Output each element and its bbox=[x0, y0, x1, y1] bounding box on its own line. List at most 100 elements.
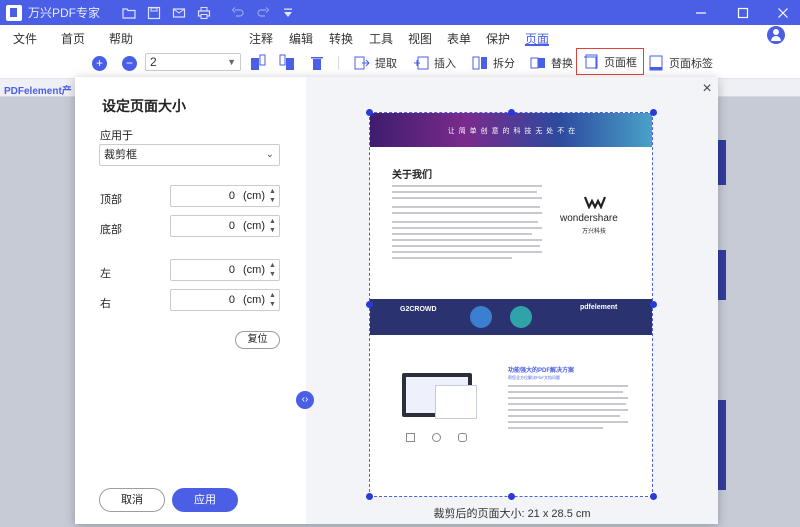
split-label: 拆分 bbox=[493, 58, 515, 70]
cancel-button[interactable]: 取消 bbox=[99, 488, 165, 512]
split-button[interactable]: 拆分 bbox=[472, 53, 515, 73]
rotate-right-icon[interactable] bbox=[279, 54, 295, 72]
menu-annotate[interactable]: 注释 bbox=[249, 30, 273, 47]
dialog-title: 设定页面大小 bbox=[102, 98, 186, 114]
left-margin-stepper[interactable]: 0 (cm) ▲ ▼ bbox=[170, 259, 280, 281]
apply-to-value: 裁剪框 bbox=[104, 149, 137, 161]
split-icon bbox=[472, 56, 487, 70]
page-box-label: 页面框 bbox=[604, 56, 637, 69]
menu-protect[interactable]: 保护 bbox=[486, 30, 510, 47]
crop-handle[interactable] bbox=[508, 493, 515, 500]
reset-button[interactable]: 复位 bbox=[235, 331, 280, 349]
page-number-input[interactable]: 2 ▼ bbox=[145, 53, 241, 71]
cropped-page-size: 裁剪后的页面大小: 21 x 28.5 cm bbox=[433, 508, 591, 520]
menu-edit[interactable]: 编辑 bbox=[289, 30, 313, 47]
menu-convert[interactable]: 转换 bbox=[329, 30, 353, 47]
apply-to-select[interactable]: 裁剪框 ⌄ bbox=[99, 144, 280, 166]
menu-view[interactable]: 视图 bbox=[408, 30, 432, 47]
replace-icon bbox=[530, 57, 545, 69]
crop-handle[interactable] bbox=[366, 301, 373, 308]
active-menu-indicator bbox=[525, 44, 549, 46]
page-box-button[interactable]: 页面框 bbox=[576, 48, 644, 75]
text-line bbox=[392, 245, 540, 247]
text-line bbox=[392, 239, 542, 241]
stepper-arrows-icon[interactable]: ▲ ▼ bbox=[268, 217, 277, 235]
insert-button[interactable]: 插入 bbox=[413, 53, 456, 73]
set-page-size-dialog: 设定页面大小 应用于 裁剪框 ⌄ 顶部 0 (cm) ▲ ▼ 底部 0 (cm) … bbox=[75, 77, 718, 524]
bottom-label: 底部 bbox=[100, 224, 122, 236]
right-label: 右 bbox=[100, 298, 111, 310]
minimize-button[interactable] bbox=[686, 0, 716, 25]
background-page-edge bbox=[718, 140, 726, 185]
g2crowd-logo: G2CROWD bbox=[400, 306, 437, 313]
right-margin-value: 0 bbox=[228, 294, 235, 306]
android-icon bbox=[458, 433, 467, 442]
unit-label: (cm) bbox=[243, 264, 265, 276]
undo-icon[interactable] bbox=[231, 6, 245, 20]
insert-label: 插入 bbox=[434, 58, 456, 70]
collapse-panel-icon[interactable]: ‹› bbox=[296, 391, 314, 409]
rotate-left-icon[interactable] bbox=[250, 54, 266, 72]
bottom-margin-value: 0 bbox=[228, 220, 235, 232]
page-label-button[interactable]: 页面标签 bbox=[648, 53, 713, 73]
stepper-arrows-icon[interactable]: ▲ ▼ bbox=[268, 291, 277, 309]
menu-home[interactable]: 首页 bbox=[61, 30, 85, 47]
menu-help[interactable]: 帮助 bbox=[109, 30, 133, 47]
text-line bbox=[508, 421, 628, 423]
unit-label: (cm) bbox=[243, 190, 265, 202]
close-window-button[interactable] bbox=[768, 0, 798, 25]
replace-label: 替换 bbox=[551, 58, 573, 70]
text-line bbox=[392, 257, 512, 259]
text-line bbox=[392, 206, 540, 208]
document-window-mockup bbox=[435, 385, 477, 419]
crop-handle[interactable] bbox=[366, 109, 373, 116]
text-line bbox=[508, 427, 603, 429]
document-tab[interactable]: PDFelement产 bbox=[4, 82, 72, 97]
page-preview: 让 简 单 创 意 的 科 技 无 处 不 在 关于我们 wondershare… bbox=[369, 112, 653, 497]
feature-title: 功能强大的PDF解决方案 bbox=[508, 368, 575, 374]
page-number-value: 2 bbox=[150, 55, 157, 69]
text-line bbox=[508, 391, 623, 393]
user-avatar-icon[interactable] bbox=[767, 26, 785, 44]
maximize-button[interactable] bbox=[728, 0, 758, 25]
customize-quick-access-icon[interactable] bbox=[281, 6, 295, 20]
extract-button[interactable]: 提取 bbox=[354, 53, 397, 73]
stepper-arrows-icon[interactable]: ▲ ▼ bbox=[268, 187, 277, 205]
left-label: 左 bbox=[100, 268, 111, 280]
crop-handle[interactable] bbox=[650, 109, 657, 116]
save-icon[interactable] bbox=[147, 6, 161, 20]
crop-handle[interactable] bbox=[650, 493, 657, 500]
crop-handle[interactable] bbox=[366, 493, 373, 500]
stepper-arrows-icon[interactable]: ▲ ▼ bbox=[268, 261, 277, 279]
delete-page-icon[interactable] bbox=[309, 54, 325, 72]
background-page-edge bbox=[718, 250, 726, 300]
title-bar: 万兴PDF专家 bbox=[0, 0, 800, 25]
redo-icon[interactable] bbox=[256, 6, 270, 20]
chevron-down-icon: ⌄ bbox=[265, 149, 274, 160]
page-label-icon bbox=[649, 55, 663, 71]
text-line bbox=[508, 403, 626, 405]
menu-tools[interactable]: 工具 bbox=[369, 30, 393, 47]
mail-icon[interactable] bbox=[172, 6, 186, 20]
page-label-label: 页面标签 bbox=[669, 58, 713, 70]
close-icon[interactable]: × bbox=[700, 81, 714, 97]
crop-handle[interactable] bbox=[650, 301, 657, 308]
left-margin-value: 0 bbox=[228, 264, 235, 276]
replace-button[interactable]: 替换 bbox=[530, 53, 573, 73]
top-margin-stepper[interactable]: 0 (cm) ▲ ▼ bbox=[170, 185, 280, 207]
settings-panel: 设定页面大小 应用于 裁剪框 ⌄ 顶部 0 (cm) ▲ ▼ 底部 0 (cm) … bbox=[75, 77, 306, 524]
bottom-margin-stepper[interactable]: 0 (cm) ▲ ▼ bbox=[170, 215, 280, 237]
menu-file[interactable]: 文件 bbox=[13, 30, 37, 47]
print-icon[interactable] bbox=[197, 6, 211, 20]
open-folder-icon[interactable] bbox=[122, 6, 136, 20]
award-badge-icon bbox=[510, 306, 532, 328]
brand-name: wondershare bbox=[560, 213, 618, 224]
zoom-in-icon[interactable]: + bbox=[92, 56, 107, 71]
right-margin-stepper[interactable]: 0 (cm) ▲ ▼ bbox=[170, 289, 280, 311]
zoom-out-icon[interactable]: − bbox=[122, 56, 137, 71]
crop-handle[interactable] bbox=[508, 109, 515, 116]
menu-form[interactable]: 表单 bbox=[447, 30, 471, 47]
apply-button[interactable]: 应用 bbox=[172, 488, 238, 512]
chevron-down-icon[interactable]: ▼ bbox=[227, 54, 236, 70]
text-line bbox=[392, 197, 542, 199]
